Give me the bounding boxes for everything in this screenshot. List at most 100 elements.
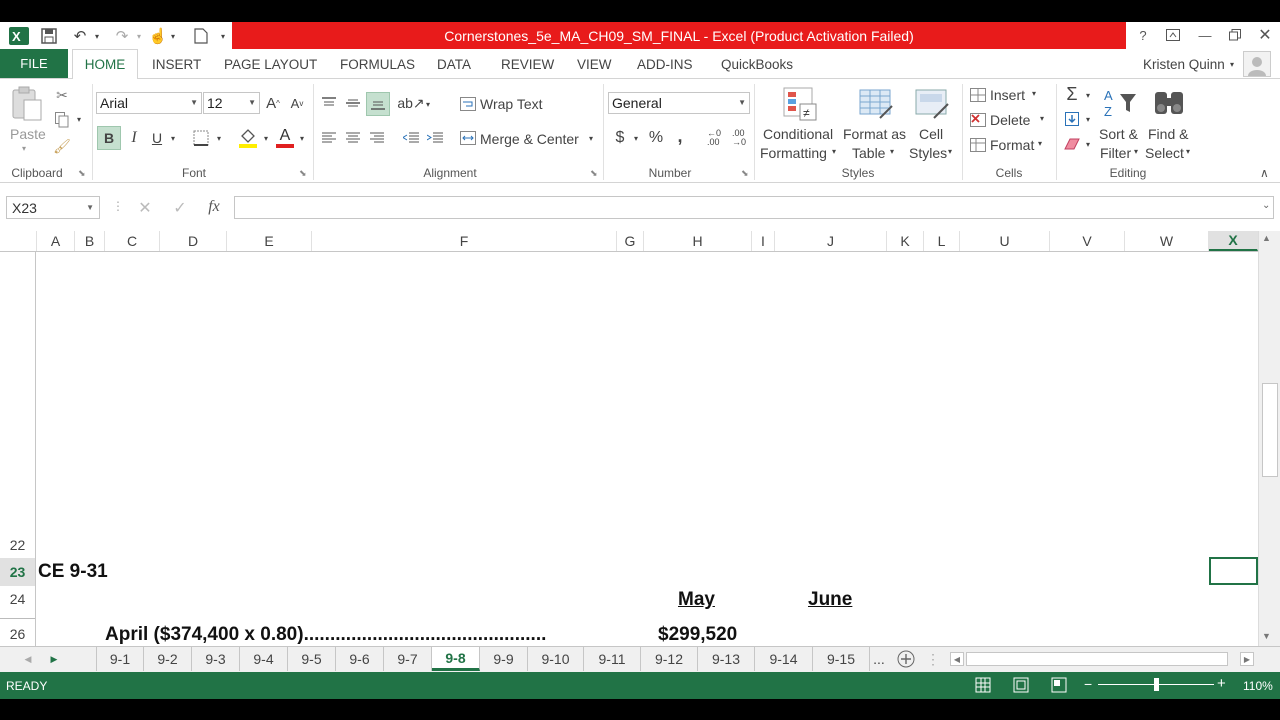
wrap-text-button[interactable]: Wrap Text <box>480 96 543 112</box>
font-name-select[interactable]: Arial ▼ <box>96 92 202 114</box>
bold-button[interactable]: B <box>97 126 121 150</box>
more-sheets-button[interactable]: ... <box>870 647 888 671</box>
tab-home[interactable]: HOME <box>72 49 138 80</box>
orientation-icon[interactable]: ab↗ <box>397 92 424 114</box>
sheet-tab-9-2[interactable]: 9-2 <box>144 647 192 671</box>
touch-dropdown-icon[interactable]: ▾ <box>168 26 178 46</box>
cell-c26[interactable]: April ($374,400 x 0.80).................… <box>105 624 546 646</box>
find-select-dropdown-icon[interactable]: ▾ <box>1186 147 1190 156</box>
expand-formula-bar-icon[interactable]: ⌄ <box>1262 200 1270 211</box>
active-cell-x23[interactable] <box>1209 557 1258 585</box>
font-size-select[interactable]: 12 ▼ <box>203 92 260 114</box>
zoom-slider-thumb[interactable] <box>1154 678 1159 691</box>
column-header-w[interactable]: W <box>1125 231 1209 251</box>
tab-page-layout[interactable]: PAGE LAYOUT <box>224 49 317 79</box>
insert-cells-button[interactable]: Insert <box>990 87 1025 103</box>
clipboard-launcher-icon[interactable]: ⬊ <box>78 168 86 179</box>
avatar[interactable] <box>1243 51 1271 77</box>
top-align-icon[interactable] <box>318 92 340 114</box>
touch-mode-icon[interactable]: ☝ <box>148 26 168 46</box>
paste-dropdown-icon[interactable]: ▾ <box>22 144 26 153</box>
column-header-u[interactable]: U <box>960 231 1050 251</box>
format-cells-icon[interactable] <box>968 136 988 154</box>
middle-align-icon[interactable] <box>342 92 364 114</box>
fill-color-dropdown-icon[interactable]: ▾ <box>261 130 271 146</box>
tab-review[interactable]: REVIEW <box>501 49 554 79</box>
sheet-tab-9-5[interactable]: 9-5 <box>288 647 336 671</box>
formula-input[interactable] <box>234 196 1274 219</box>
zoom-level[interactable]: 110% <box>1243 679 1273 693</box>
paste-icon[interactable] <box>10 86 44 122</box>
format-as-table-label-1[interactable]: Format as <box>843 126 906 142</box>
sheet-tab-9-9[interactable]: 9-9 <box>480 647 528 671</box>
fill-icon[interactable] <box>1062 110 1082 128</box>
align-center-icon[interactable] <box>342 128 364 148</box>
sort-filter-label-1[interactable]: Sort & <box>1099 126 1138 142</box>
conditional-formatting-label-1[interactable]: Conditional <box>763 126 833 142</box>
cell-j24[interactable]: June <box>808 589 852 611</box>
minimize-icon[interactable]: — <box>1192 24 1218 46</box>
merge-dropdown-icon[interactable]: ▾ <box>586 130 596 146</box>
scroll-down-icon[interactable]: ▼ <box>1262 631 1271 641</box>
row-header-22[interactable]: 22 <box>0 532 35 558</box>
decrease-indent-icon[interactable] <box>400 128 422 148</box>
scroll-up-icon[interactable]: ▲ <box>1262 233 1271 243</box>
underline-dropdown-icon[interactable]: ▾ <box>168 130 178 146</box>
format-as-table-label-2[interactable]: Table <box>852 145 885 161</box>
column-header-v[interactable]: V <box>1050 231 1125 251</box>
format-cells-button[interactable]: Format <box>990 137 1034 153</box>
conditional-dropdown-icon[interactable]: ▾ <box>832 147 836 156</box>
zoom-out-icon[interactable]: − <box>1084 676 1092 692</box>
sheet-tab-9-4[interactable]: 9-4 <box>240 647 288 671</box>
help-icon[interactable]: ? <box>1130 24 1156 46</box>
undo-dropdown-icon[interactable]: ▾ <box>92 26 102 46</box>
page-break-view-icon[interactable] <box>1051 677 1067 696</box>
sheet-scroll-right-icon[interactable]: ▶ <box>44 647 64 671</box>
column-header-k[interactable]: K <box>887 231 924 251</box>
sheet-tab-9-11[interactable]: 9-11 <box>584 647 641 671</box>
column-header-j[interactable]: J <box>775 231 887 251</box>
user-name[interactable]: Kristen Quinn <box>1143 49 1225 79</box>
align-left-icon[interactable] <box>318 128 340 148</box>
scroll-right-icon[interactable]: ▶ <box>1240 652 1254 666</box>
merge-center-icon[interactable] <box>458 128 478 148</box>
underline-button[interactable]: U <box>147 126 167 150</box>
sheet-tab-9-3[interactable]: 9-3 <box>192 647 240 671</box>
percent-button[interactable]: % <box>646 128 666 148</box>
column-header-b[interactable]: B <box>75 231 105 251</box>
autosum-icon[interactable]: Σ <box>1062 84 1082 104</box>
sheet-tab-9-12[interactable]: 9-12 <box>641 647 698 671</box>
user-dropdown-icon[interactable]: ▾ <box>1230 49 1234 79</box>
column-header-d[interactable]: D <box>160 231 227 251</box>
collapse-ribbon-icon[interactable]: ∧ <box>1260 166 1269 180</box>
copy-dropdown-icon[interactable]: ▾ <box>74 112 84 126</box>
column-header-e[interactable]: E <box>227 231 312 251</box>
cell-a23[interactable]: CE 9-31 <box>38 561 108 583</box>
select-all-corner[interactable] <box>0 231 37 251</box>
decrease-decimal-icon[interactable]: .00 →0 <box>728 128 750 148</box>
vertical-scroll-thumb[interactable] <box>1262 383 1278 477</box>
currency-button[interactable]: $ <box>612 128 628 148</box>
column-header-c[interactable]: C <box>105 231 160 251</box>
name-box[interactable]: X23 ▼ <box>6 196 100 219</box>
sheet-tab-9-15[interactable]: 9-15 <box>813 647 870 671</box>
scroll-left-icon[interactable]: ◀ <box>950 652 964 666</box>
font-launcher-icon[interactable]: ⬊ <box>299 168 307 179</box>
borders-dropdown-icon[interactable]: ▾ <box>214 130 224 146</box>
cut-icon[interactable]: ✂ <box>52 85 72 105</box>
normal-view-icon[interactable] <box>975 677 991 696</box>
tab-split-handle-icon[interactable]: ⋮ <box>926 647 940 671</box>
horizontal-scrollbar[interactable]: ◀ ▶ <box>948 650 1258 668</box>
fill-dropdown-icon[interactable]: ▾ <box>1083 112 1093 126</box>
sheet-tab-9-8[interactable]: 9-8 <box>432 647 480 671</box>
row-header-26[interactable]: 26 <box>0 622 35 646</box>
conditional-formatting-label-2[interactable]: Formatting <box>760 145 827 161</box>
column-header-a[interactable]: A <box>37 231 75 251</box>
vertical-scrollbar[interactable]: ▲ ▼ <box>1258 231 1280 646</box>
column-header-g[interactable]: G <box>617 231 644 251</box>
new-document-icon[interactable] <box>190 26 212 46</box>
borders-icon[interactable] <box>190 128 212 148</box>
zoom-in-icon[interactable]: + <box>1217 675 1226 692</box>
autosum-dropdown-icon[interactable]: ▾ <box>1083 88 1093 102</box>
cell-styles-dropdown-icon[interactable]: ▾ <box>948 147 952 156</box>
